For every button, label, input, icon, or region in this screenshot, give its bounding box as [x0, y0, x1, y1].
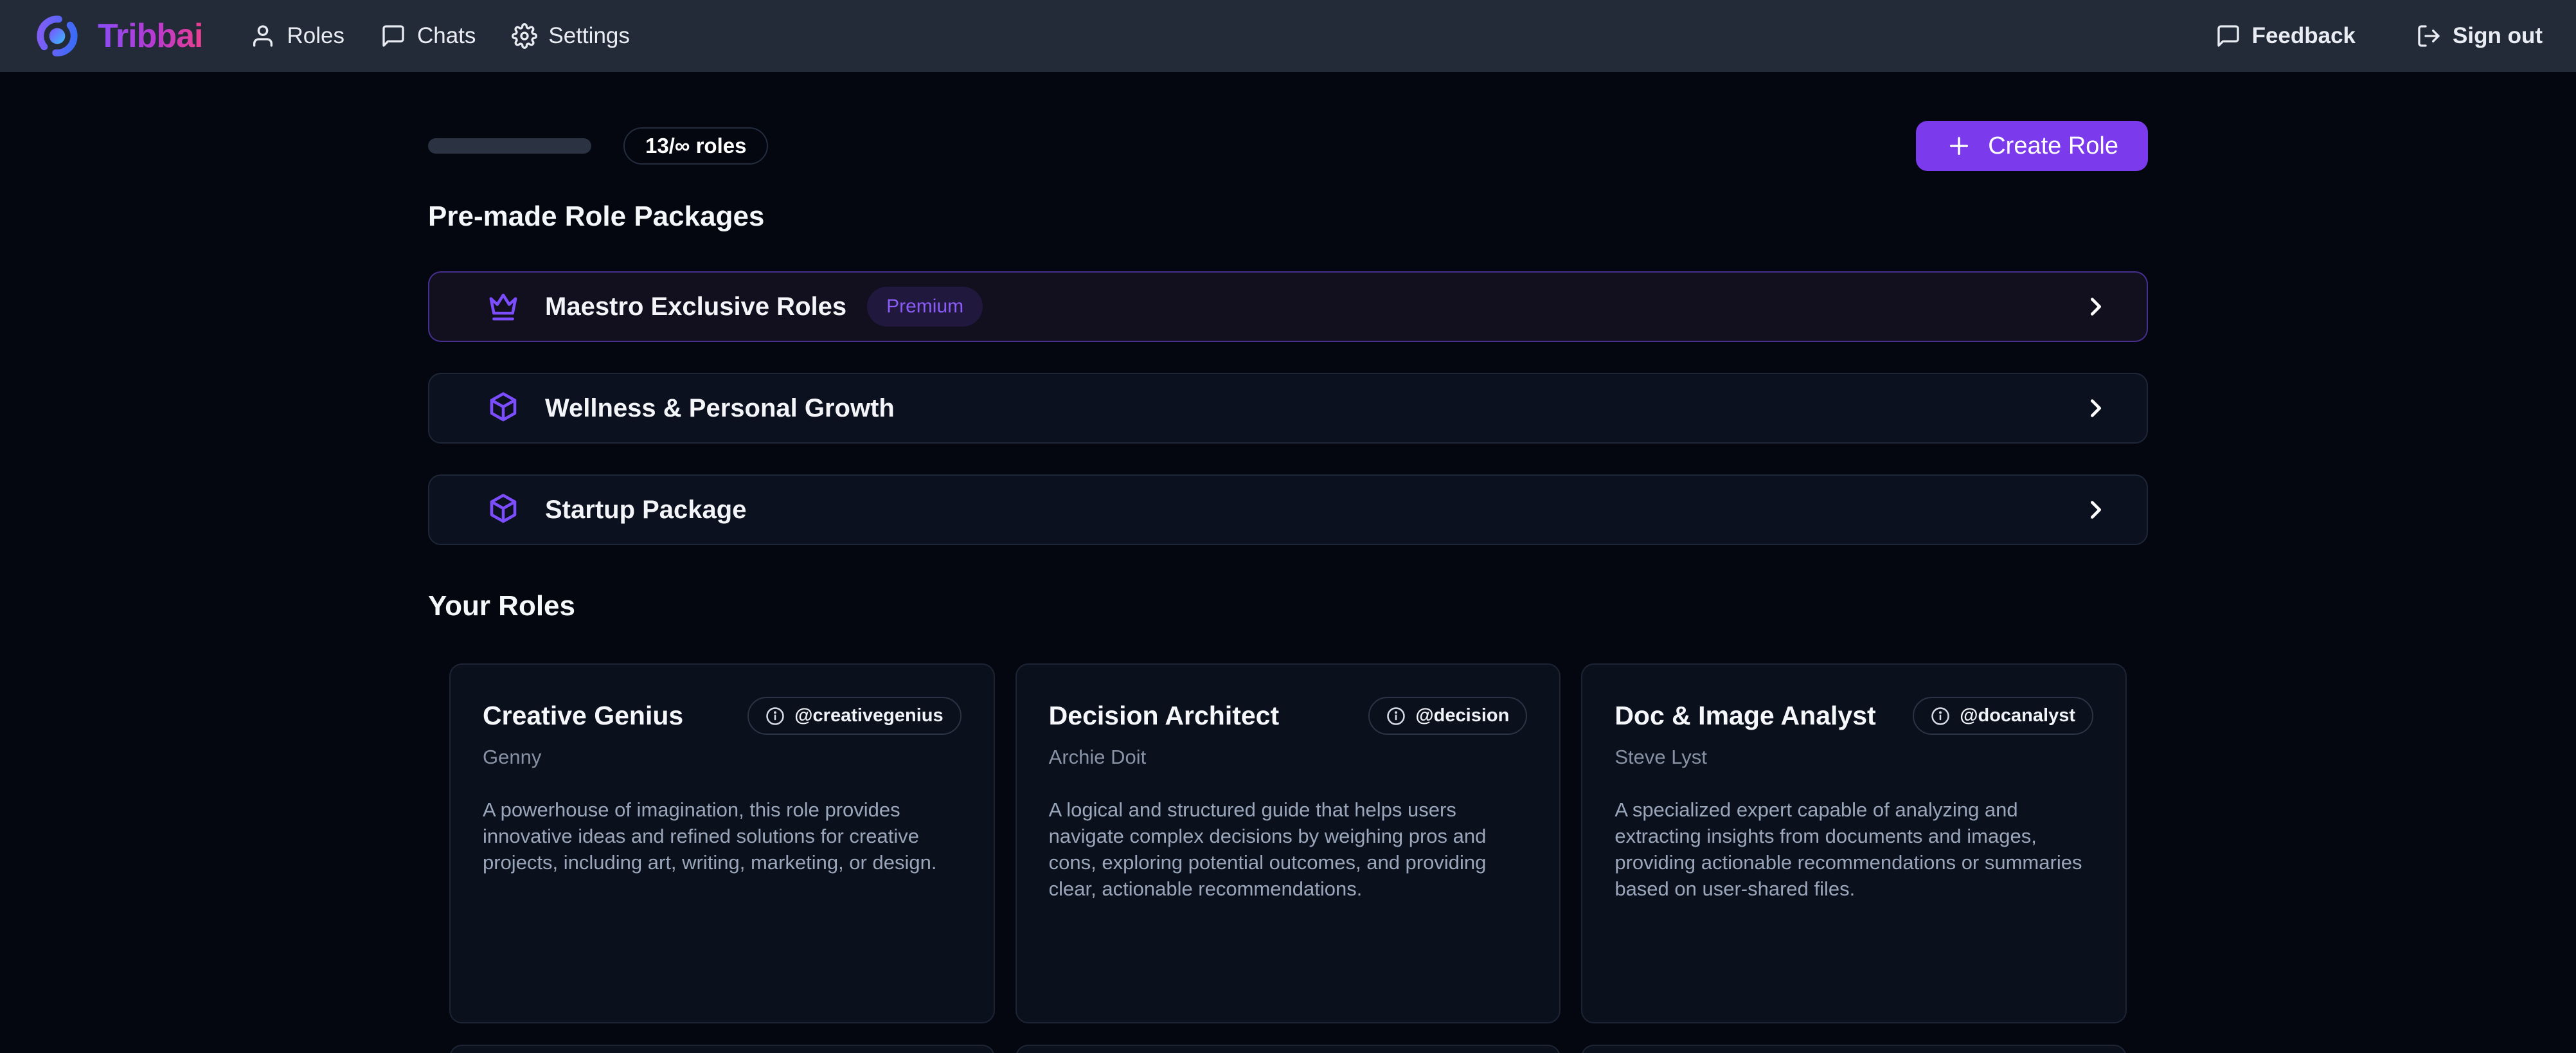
- package-row-wellness[interactable]: Wellness & Personal Growth: [428, 373, 2148, 444]
- feedback-label: Feedback: [2252, 23, 2356, 49]
- gear-icon: [512, 23, 537, 49]
- role-subtitle: Archie Doit: [1049, 746, 1528, 769]
- role-card-partial[interactable]: [1015, 1045, 1561, 1053]
- roles-toolbar: 13/∞ roles Create Role: [428, 121, 2148, 171]
- role-subtitle: Genny: [483, 746, 962, 769]
- role-handle: @docanalyst: [1960, 705, 2075, 726]
- roles-progress-bar: [428, 138, 591, 154]
- role-description: A specialized expert capable of analyzin…: [1614, 797, 2093, 903]
- role-title: Decision Architect: [1049, 701, 1279, 731]
- role-description: A logical and structured guide that help…: [1049, 797, 1528, 903]
- package-title: Startup Package: [545, 496, 746, 525]
- brand-logo[interactable]: Tribbai: [33, 12, 202, 60]
- chat-icon: [380, 23, 406, 49]
- sign-out-label: Sign out: [2453, 23, 2543, 49]
- chevron-right-icon: [2081, 292, 2111, 321]
- primary-nav: Roles Chats Settings: [250, 23, 629, 49]
- sign-out-icon: [2416, 23, 2442, 49]
- chevron-right-icon: [2081, 495, 2111, 525]
- roles-count-badge: 13/∞ roles: [623, 127, 768, 165]
- create-role-button[interactable]: Create Role: [1916, 121, 2148, 171]
- feedback-icon: [2215, 23, 2241, 49]
- crown-icon: [486, 289, 521, 324]
- nav-label: Roles: [287, 23, 344, 49]
- nav-label: Settings: [548, 23, 629, 49]
- info-icon: [1931, 706, 1950, 726]
- nav-actions: Feedback Sign out: [2215, 23, 2543, 49]
- chevron-right-icon: [2081, 393, 2111, 423]
- premium-badge: Premium: [867, 287, 983, 327]
- package-list: Maestro Exclusive Roles Premium Wellness…: [428, 271, 2148, 545]
- role-title: Creative Genius: [483, 701, 683, 731]
- role-description: A powerhouse of imagination, this role p…: [483, 797, 962, 876]
- main-content: 13/∞ roles Create Role Pre-made Role Pac…: [428, 121, 2148, 1053]
- premade-section-title: Pre-made Role Packages: [428, 201, 2148, 233]
- your-roles-section-title: Your Roles: [428, 590, 2148, 622]
- brand-name: Tribbai: [98, 17, 202, 55]
- role-card-creative-genius[interactable]: Creative Genius @creativegenius Genny A …: [449, 663, 995, 1023]
- package-icon: [486, 391, 521, 426]
- role-handle-badge[interactable]: @creativegenius: [747, 697, 961, 735]
- tribbai-logo-icon: [33, 12, 81, 60]
- feedback-button[interactable]: Feedback: [2215, 23, 2356, 49]
- role-handle: @decision: [1415, 705, 1509, 726]
- package-icon: [486, 492, 521, 527]
- plus-icon: [1945, 132, 1972, 159]
- package-row-startup[interactable]: Startup Package: [428, 474, 2148, 545]
- card-head: Creative Genius @creativegenius: [483, 697, 962, 735]
- card-head: Doc & Image Analyst @docanalyst: [1614, 697, 2093, 735]
- role-card-partial[interactable]: [449, 1045, 995, 1053]
- role-cards-grid-next-row: [428, 1045, 2148, 1053]
- role-handle: @creativegenius: [794, 705, 943, 726]
- role-card-doc-image-analyst[interactable]: Doc & Image Analyst @docanalyst Steve Ly…: [1581, 663, 2127, 1023]
- create-role-label: Create Role: [1988, 132, 2118, 160]
- role-subtitle: Steve Lyst: [1614, 746, 2093, 769]
- nav-item-chats[interactable]: Chats: [380, 23, 476, 49]
- info-icon: [1386, 706, 1406, 726]
- package-title: Maestro Exclusive Roles: [545, 292, 846, 321]
- role-cards-grid: Creative Genius @creativegenius Genny A …: [428, 663, 2148, 1023]
- package-row-maestro[interactable]: Maestro Exclusive Roles Premium: [428, 271, 2148, 342]
- card-head: Decision Architect @decision: [1049, 697, 1528, 735]
- user-icon: [250, 23, 276, 49]
- nav-item-settings[interactable]: Settings: [512, 23, 629, 49]
- package-title: Wellness & Personal Growth: [545, 394, 895, 423]
- role-card-decision-architect[interactable]: Decision Architect @decision Archie Doit…: [1015, 663, 1561, 1023]
- role-handle-badge[interactable]: @docanalyst: [1913, 697, 2093, 735]
- info-icon: [765, 706, 785, 726]
- nav-label: Chats: [417, 23, 476, 49]
- top-navbar: Tribbai Roles Chats: [0, 0, 2576, 72]
- role-title: Doc & Image Analyst: [1614, 701, 1875, 731]
- role-card-partial[interactable]: [1581, 1045, 2127, 1053]
- role-handle-badge[interactable]: @decision: [1368, 697, 1527, 735]
- nav-item-roles[interactable]: Roles: [250, 23, 344, 49]
- sign-out-button[interactable]: Sign out: [2416, 23, 2543, 49]
